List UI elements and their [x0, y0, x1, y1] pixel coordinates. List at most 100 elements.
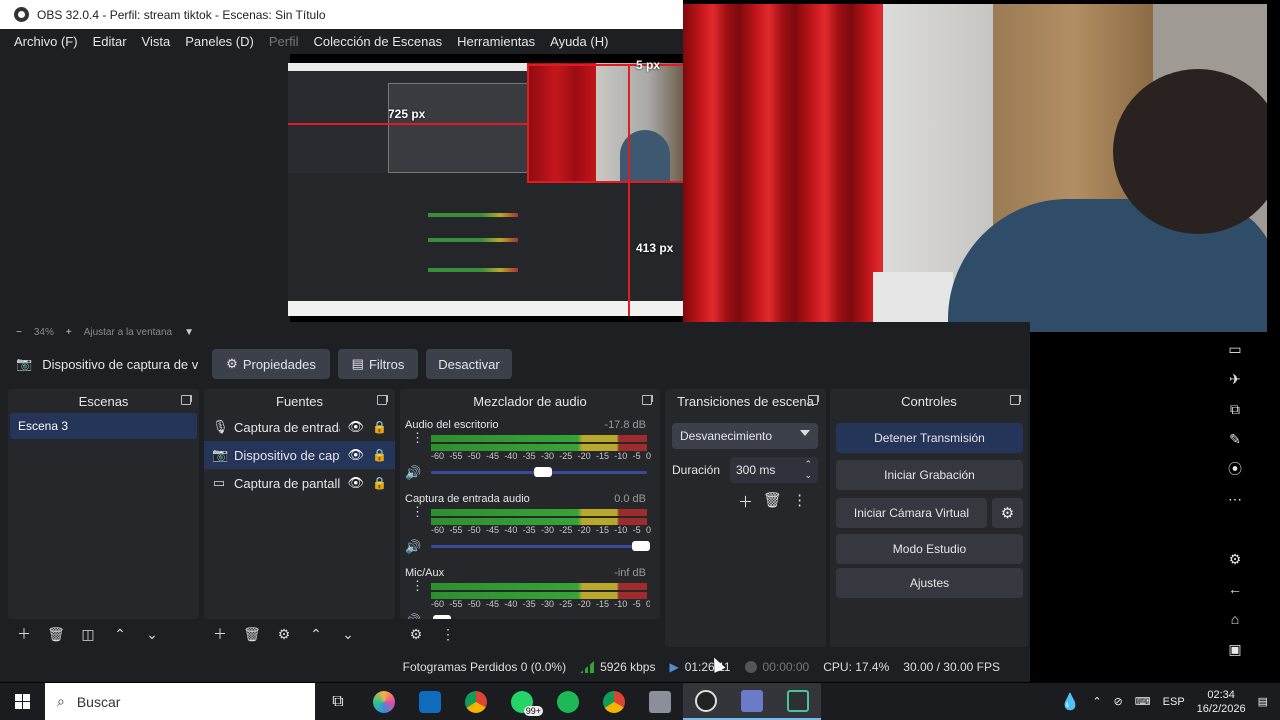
source-properties-icon[interactable]: ⚙: [268, 624, 300, 644]
properties-button[interactable]: ⚙ Propiedades: [212, 349, 330, 379]
source-item[interactable]: 🎙 Captura de entrada 👁 🔒: [204, 413, 395, 441]
visibility-eye-icon[interactable]: 👁: [348, 447, 365, 463]
meter-tick-label: -50: [467, 599, 481, 609]
speaker-icon[interactable]: 🔊: [405, 539, 421, 555]
chevron-up-icon[interactable]: ⌃: [1092, 695, 1101, 708]
volume-slider-knob[interactable]: [432, 615, 451, 619]
filter-icon: ▤: [351, 356, 364, 371]
advanced-audio-icon[interactable]: ⚙: [400, 624, 432, 644]
copilot-icon[interactable]: [361, 683, 407, 720]
zoom-dropdown-icon[interactable]: ▼: [184, 327, 194, 338]
remove-transition-icon[interactable]: 🗑: [763, 491, 782, 512]
app-icon[interactable]: [637, 683, 683, 720]
settings-button[interactable]: Ajustes: [836, 568, 1023, 598]
home-icon[interactable]: ⌂: [1231, 610, 1239, 629]
clock[interactable]: 02:34 16/2/2026: [1197, 688, 1246, 716]
source-item[interactable]: ▭ Captura de pantall 👁 🔒: [204, 469, 395, 497]
visibility-eye-icon[interactable]: 👁: [348, 419, 365, 435]
menu-profile[interactable]: Perfil: [269, 34, 299, 49]
virtual-camera-settings-icon[interactable]: ⚙: [992, 498, 1023, 528]
fit-window-button[interactable]: Ajustar a la ventana: [84, 327, 172, 338]
add-transition-icon[interactable]: ＋: [738, 491, 753, 512]
whatsapp-icon[interactable]: 99+: [499, 683, 545, 720]
menu-scene-collection[interactable]: Colección de Escenas: [313, 34, 442, 49]
channel-menu-icon[interactable]: ⋮: [411, 505, 424, 518]
back-arrow-icon[interactable]: ←: [1228, 580, 1242, 599]
move-up-icon[interactable]: ⌃: [300, 624, 332, 644]
filters-button[interactable]: ▤ Filtros: [338, 349, 418, 379]
menu-tools[interactable]: Herramientas: [457, 34, 535, 49]
visibility-eye-icon[interactable]: 👁: [348, 475, 365, 491]
notepad-icon[interactable]: [729, 683, 775, 720]
menu-file[interactable]: Archivo (F): [14, 34, 78, 49]
wifi-off-icon[interactable]: ⊘: [1114, 695, 1123, 708]
notifications-icon[interactable]: ▤: [1258, 695, 1268, 708]
zoom-in-button[interactable]: +: [66, 327, 72, 338]
move-down-icon[interactable]: ⌄: [332, 624, 364, 644]
add-source-icon[interactable]: ＋: [204, 624, 236, 644]
source-item[interactable]: 📷 Dispositivo de capt 👁 🔒: [204, 441, 395, 469]
stop-stream-button[interactable]: Detener Transmisión: [836, 423, 1023, 453]
terminal-icon[interactable]: [775, 683, 821, 720]
droplet-icon[interactable]: 💧: [1060, 692, 1080, 712]
transition-select[interactable]: Desvanecimiento: [672, 423, 818, 449]
obs-taskbar-icon[interactable]: [683, 683, 729, 720]
folder-icon[interactable]: ▭: [1228, 340, 1241, 359]
remove-scene-icon[interactable]: 🗑: [40, 624, 72, 644]
start-virtual-camera-button[interactable]: Iniciar Cámara Virtual: [836, 498, 987, 528]
studio-mode-button[interactable]: Modo Estudio: [836, 534, 1023, 564]
speaker-icon[interactable]: 🔊: [405, 613, 421, 619]
speaker-icon[interactable]: 🔊: [405, 465, 421, 481]
duration-input[interactable]: 300 ms ⌃ ⌄: [730, 457, 818, 483]
mixer-menu-icon[interactable]: ⋮: [432, 624, 464, 644]
lock-icon[interactable]: 🔒: [372, 448, 387, 462]
fps: 30.00 / 30.00 FPS: [903, 660, 1000, 674]
more-icon[interactable]: ⋯: [1228, 490, 1242, 509]
move-up-icon[interactable]: ⌃: [104, 624, 136, 644]
undock-icon[interactable]: [377, 395, 388, 405]
move-down-icon[interactable]: ⌄: [136, 624, 168, 644]
outlook-icon[interactable]: [407, 683, 453, 720]
lock-icon[interactable]: 🔒: [372, 476, 387, 490]
spinner-icon[interactable]: ⌃ ⌄: [804, 459, 812, 481]
recent-apps-icon[interactable]: ▣: [1228, 640, 1241, 659]
menu-docks[interactable]: Paneles (D): [185, 34, 254, 49]
transition-menu-icon[interactable]: ⋮: [792, 491, 807, 512]
volume-slider-knob[interactable]: [534, 467, 553, 477]
chrome-icon[interactable]: [453, 683, 499, 720]
undock-icon[interactable]: [181, 395, 192, 405]
menu-help[interactable]: Ayuda (H): [550, 34, 608, 49]
menu-edit[interactable]: Editar: [93, 34, 127, 49]
deactivate-button[interactable]: Desactivar: [426, 349, 512, 379]
channel-menu-icon[interactable]: ⋮: [411, 431, 424, 444]
obs-logo-icon: [14, 7, 29, 22]
spotify-icon[interactable]: [545, 683, 591, 720]
start-recording-button[interactable]: Iniciar Grabación: [836, 460, 1023, 490]
channel-menu-icon[interactable]: ⋮: [411, 579, 424, 592]
language-indicator[interactable]: ESP: [1163, 696, 1185, 708]
undock-icon[interactable]: [808, 395, 819, 405]
location-icon[interactable]: ⦿: [1228, 460, 1242, 479]
start-button[interactable]: [0, 694, 45, 709]
pin-icon[interactable]: ✈: [1229, 370, 1241, 389]
keyboard-icon[interactable]: ⌨: [1135, 695, 1151, 708]
undock-icon[interactable]: [642, 395, 653, 405]
add-scene-icon[interactable]: ＋: [8, 624, 40, 644]
undock-icon[interactable]: [1010, 395, 1021, 405]
copy-icon[interactable]: ⧉: [1230, 400, 1240, 419]
lock-icon[interactable]: 🔒: [372, 420, 387, 434]
volume-slider[interactable]: [431, 545, 647, 548]
scene-item[interactable]: Escena 3: [10, 413, 197, 439]
settings-gear-icon[interactable]: ⚙: [1229, 550, 1242, 569]
scene-filters-icon[interactable]: ◫: [72, 624, 104, 644]
chrome-profile-icon[interactable]: [591, 683, 637, 720]
side-toolbar: ▭ ✈ ⧉ ✎ ⦿ ⋯ ⚙ ← ⌂ ▣: [1222, 340, 1248, 659]
task-view-icon[interactable]: ⧉: [315, 683, 361, 720]
edit-icon[interactable]: ✎: [1229, 430, 1241, 449]
taskbar-search[interactable]: ⌕ Buscar: [45, 683, 315, 720]
search-placeholder: Buscar: [76, 693, 121, 710]
remove-source-icon[interactable]: 🗑: [236, 624, 268, 644]
zoom-out-button[interactable]: −: [16, 327, 22, 338]
volume-slider-knob[interactable]: [631, 541, 650, 551]
menu-view[interactable]: Vista: [142, 34, 171, 49]
